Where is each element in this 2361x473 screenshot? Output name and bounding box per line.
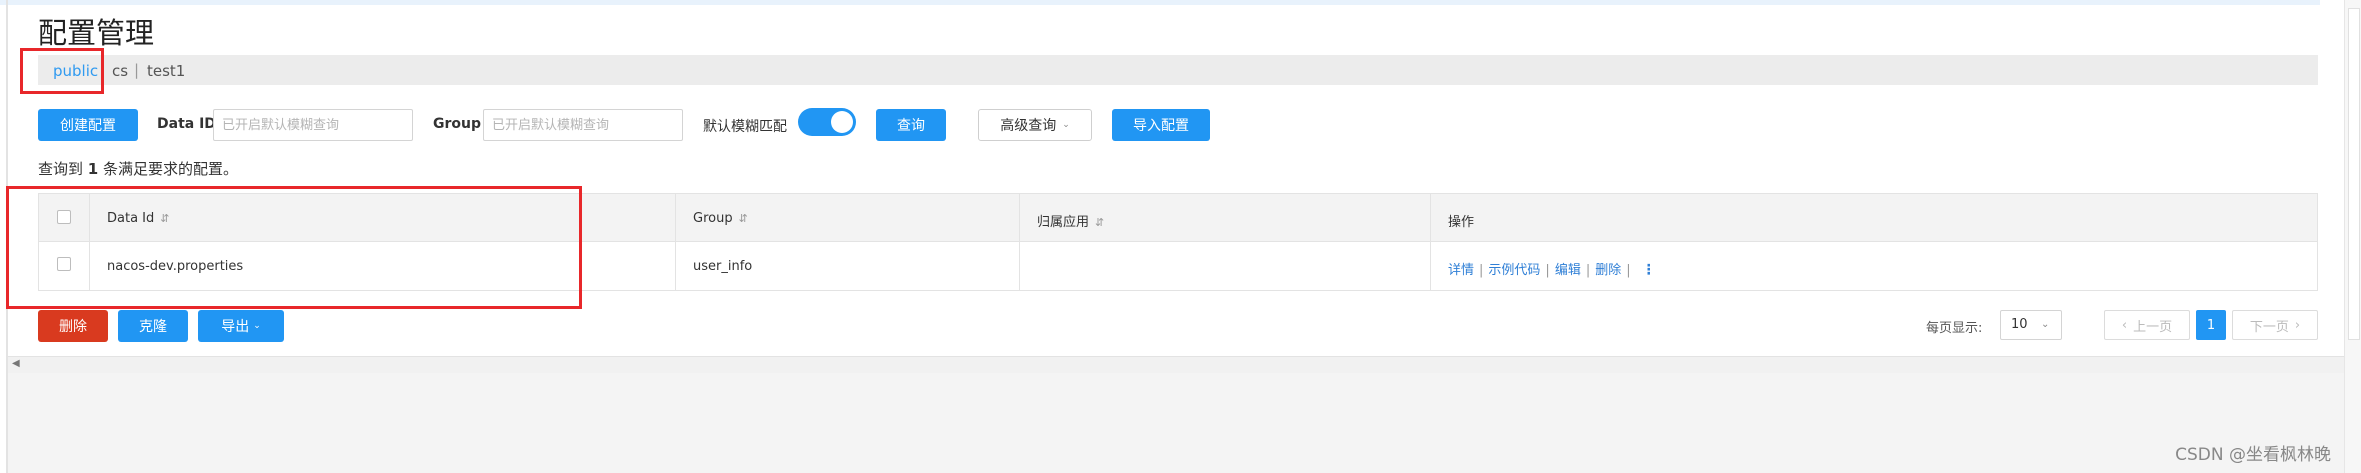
- batch-delete-button[interactable]: 删除: [38, 310, 108, 342]
- namespace-bar: public cs | test1: [38, 55, 2318, 85]
- header-app-label: 归属应用: [1037, 215, 1090, 230]
- table-header: [39, 194, 2317, 242]
- page-number-current[interactable]: 1: [2196, 310, 2226, 340]
- chevron-down-icon: ⌄: [1062, 120, 1070, 130]
- result-count: 1: [87, 160, 99, 178]
- dataid-label: Data ID: [157, 116, 216, 132]
- op-separator: |: [1585, 263, 1591, 278]
- header-group[interactable]: Group ⇵: [693, 211, 748, 226]
- op-separator: |: [1479, 263, 1484, 278]
- column-divider: [675, 194, 676, 290]
- page-size-label: 每页显示:: [1926, 321, 1983, 336]
- header-group-label: Group: [693, 211, 733, 226]
- sort-icon[interactable]: ⇵: [1095, 216, 1104, 229]
- fuzzy-match-label: 默认模糊匹配: [703, 119, 787, 135]
- sort-icon[interactable]: ⇵: [739, 212, 748, 225]
- query-button[interactable]: 查询: [876, 109, 946, 141]
- op-separator: |: [1545, 263, 1550, 278]
- watermark: CSDN @坐看枫林晚: [2175, 445, 2331, 465]
- toggle-knob: [831, 111, 853, 133]
- fuzzy-match-toggle[interactable]: [798, 108, 856, 136]
- delete-link[interactable]: 删除: [1595, 263, 1621, 278]
- export-label: 导出: [221, 319, 250, 335]
- edit-link[interactable]: 编辑: [1555, 263, 1581, 278]
- dataid-input[interactable]: [213, 109, 413, 141]
- detail-link[interactable]: 详情: [1448, 263, 1474, 278]
- chevron-left-icon: ‹: [2121, 317, 2128, 333]
- next-page-button[interactable]: 下一页 ›: [2232, 310, 2318, 340]
- op-separator: |: [1626, 263, 1631, 278]
- sort-icon[interactable]: ⇵: [160, 212, 169, 225]
- lower-background: [8, 373, 2344, 473]
- clone-button[interactable]: 克隆: [118, 310, 188, 342]
- namespace-test1[interactable]: test1: [147, 62, 185, 80]
- group-label: Group: [433, 116, 482, 132]
- result-suffix: 条满足要求的配置。: [103, 160, 239, 178]
- page-title: 配置管理: [38, 16, 155, 50]
- group-input[interactable]: [483, 109, 683, 141]
- scroll-left-icon[interactable]: ◀: [12, 358, 20, 369]
- column-divider: [1019, 194, 1020, 290]
- chevron-right-icon: ›: [2294, 317, 2301, 333]
- advanced-query-label: 高级查询: [1000, 118, 1057, 134]
- header-app[interactable]: 归属应用 ⇵: [1037, 211, 1104, 230]
- horizontal-scrollbar[interactable]: ◀: [8, 356, 2344, 374]
- header-ops: 操作: [1448, 215, 1475, 230]
- top-accent-line: [0, 0, 2320, 5]
- vertical-scrollbar[interactable]: [2344, 0, 2361, 473]
- prev-page-label: 上一页: [2133, 319, 2173, 335]
- header-dataid[interactable]: Data Id ⇵: [107, 211, 169, 226]
- chevron-down-icon: ⌄: [253, 321, 261, 331]
- select-all-checkbox[interactable]: [57, 210, 71, 224]
- chevron-down-icon: ⌄: [2041, 319, 2050, 330]
- row-dataid: nacos-dev.properties: [107, 259, 244, 274]
- result-prefix: 查询到: [38, 160, 84, 178]
- header-dataid-label: Data Id: [107, 211, 155, 226]
- next-page-label: 下一页: [2249, 319, 2289, 335]
- row-checkbox[interactable]: [57, 257, 71, 271]
- import-config-button[interactable]: 导入配置: [1112, 109, 1210, 141]
- scrollbar-thumb[interactable]: [2348, 8, 2360, 340]
- column-divider: [89, 194, 90, 290]
- row-operations: 详情 | 示例代码 | 编辑 | 删除 | ⋮: [1448, 259, 1656, 278]
- page-size-select[interactable]: 10 ⌄: [2000, 310, 2062, 340]
- namespace-cs[interactable]: cs: [112, 62, 128, 80]
- prev-page-button[interactable]: ‹ 上一页: [2104, 310, 2190, 340]
- config-table: Data Id ⇵ Group ⇵ 归属应用 ⇵ 操作 nacos-dev.prope…: [38, 193, 2318, 291]
- namespace-separator: |: [134, 61, 140, 79]
- export-button[interactable]: 导出 ⌄: [198, 310, 284, 342]
- sample-code-link[interactable]: 示例代码: [1488, 263, 1540, 278]
- result-summary: 查询到 1 条满足要求的配置。: [38, 158, 238, 179]
- column-divider: [1430, 194, 1431, 290]
- create-config-button[interactable]: 创建配置: [38, 109, 138, 141]
- namespace-public[interactable]: public: [53, 62, 98, 80]
- more-icon[interactable]: ⋮: [1642, 262, 1656, 278]
- page-size-value: 10: [2011, 317, 2028, 332]
- advanced-query-button[interactable]: 高级查询 ⌄: [978, 109, 1092, 141]
- row-group: user_info: [693, 259, 753, 274]
